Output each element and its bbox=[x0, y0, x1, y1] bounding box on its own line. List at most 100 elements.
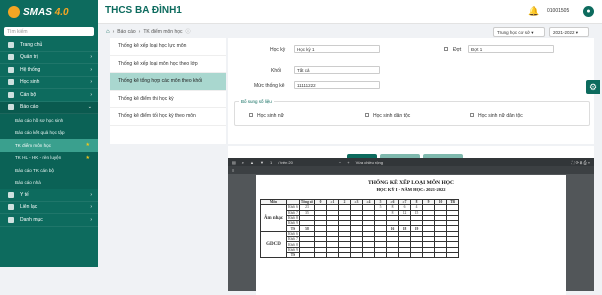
statistics-table: Môn Tổng số 0 ≥1 2 ≥3 ≥4 5 ≥6 ≥7 8 9 10 TB Âm nhạc Khối… bbox=[260, 198, 459, 259]
table-cell: Khối 9 bbox=[286, 220, 300, 227]
table-header-cell: Tổng số bbox=[298, 198, 315, 206]
table-cell: Khối 7 bbox=[286, 209, 300, 216]
home-icon[interactable]: ⌂ bbox=[106, 29, 110, 35]
sidebar-subitem-other[interactable]: Báo cáo nhà bbox=[0, 176, 98, 189]
system-icon bbox=[8, 66, 14, 73]
user-avatar-icon[interactable]: ● bbox=[583, 6, 594, 17]
grade-select[interactable]: Tất cả bbox=[294, 66, 380, 74]
sidebar-item-staff[interactable]: Cán bộ › bbox=[0, 89, 98, 102]
health-icon bbox=[8, 191, 14, 198]
search-icon[interactable]: ⌕ bbox=[242, 160, 244, 165]
help-icon[interactable]: ⓘ bbox=[186, 28, 191, 35]
report-item[interactable]: Thống kê xếp loại môn học theo lớp bbox=[110, 56, 226, 73]
viewer-toolbar-secondary: ≡ bbox=[228, 166, 594, 174]
chevron-right-icon: › bbox=[90, 79, 92, 86]
star-icon[interactable]: ★ bbox=[86, 142, 90, 148]
sidebar-item-admin[interactable]: Quản trị › bbox=[0, 52, 98, 64]
chevron-right-icon: › bbox=[90, 54, 92, 61]
table-cell bbox=[325, 251, 339, 259]
table-cell bbox=[298, 251, 315, 259]
table-cell bbox=[409, 251, 423, 259]
home-icon bbox=[8, 41, 14, 48]
table-cell bbox=[385, 251, 399, 259]
stat-level-label: Mức thống kê bbox=[254, 83, 285, 89]
sidebar-item-reports[interactable]: Báo cáo ⌄ bbox=[0, 101, 98, 114]
batch-label: Đợt bbox=[453, 47, 462, 53]
table-cell: Khối 9 bbox=[286, 246, 300, 253]
year-select[interactable]: 2021-2022 ▾ bbox=[549, 27, 589, 37]
table-cell: Khối 8 bbox=[286, 214, 300, 222]
staff-icon bbox=[8, 91, 14, 98]
report-item-selected[interactable]: Thống kê tổng hợp các môn theo khối bbox=[110, 73, 226, 91]
semester-label: Học kỳ bbox=[270, 47, 286, 53]
table-row: TS bbox=[261, 251, 459, 259]
semester-select[interactable]: Học kỳ 1 bbox=[294, 45, 380, 53]
chevron-right-icon: › bbox=[90, 216, 92, 223]
sidebar-toggle-icon[interactable]: ▤ bbox=[232, 160, 236, 165]
ethnic-label: Học sinh dân tộc bbox=[373, 113, 411, 119]
report-icon bbox=[8, 104, 14, 111]
table-cell: Khối 6 bbox=[286, 204, 300, 211]
gear-icon[interactable]: ⚙ bbox=[586, 80, 600, 94]
viewer-tools[interactable]: ⛶ ⟳ ⇩ ⎙ » bbox=[572, 160, 590, 165]
page-down-icon[interactable]: ▼ bbox=[260, 160, 264, 165]
sidebar-item-health[interactable]: Y tế › bbox=[0, 189, 98, 202]
table-cell bbox=[397, 251, 411, 259]
sidebar-item-students[interactable]: Học sinh › bbox=[0, 77, 98, 89]
sidebar-subitem-learning-results[interactable]: Báo cáo kết quả học tập bbox=[0, 126, 98, 139]
female-ethnic-label: Học sinh nữ dân tộc bbox=[478, 113, 523, 119]
sidebar-item-contact[interactable]: Liên lạc › bbox=[0, 202, 98, 214]
logo-icon bbox=[8, 6, 20, 18]
logo[interactable]: SMAS 4.0 bbox=[0, 0, 98, 24]
female-checkbox[interactable] bbox=[249, 113, 253, 117]
extra-data-legend: Bổ sung số liệu bbox=[239, 99, 274, 104]
stat-level-input[interactable]: 11111222 bbox=[294, 81, 380, 89]
table-cell bbox=[433, 251, 447, 259]
sidebar-subitem-student-records[interactable]: Báo cáo hồ sơ học sinh bbox=[0, 114, 98, 127]
table-cell bbox=[445, 251, 459, 259]
sidebar-item-system[interactable]: Hệ thống › bbox=[0, 64, 98, 77]
star-icon[interactable]: ★ bbox=[86, 155, 90, 161]
batch-select[interactable]: Đợt 1 bbox=[468, 45, 554, 53]
sidebar-subitem-subject-scores[interactable]: TK điểm môn học ★ bbox=[0, 139, 98, 152]
breadcrumb-reports[interactable]: Báo cáo bbox=[117, 29, 135, 35]
ethnic-checkbox[interactable] bbox=[365, 113, 369, 117]
sidebar: Tìm kiếm Trang chủ Quản trị › Hệ thống › H… bbox=[0, 24, 98, 267]
admin-icon bbox=[8, 54, 14, 61]
grade-label: Khối bbox=[271, 68, 282, 74]
page-number[interactable]: 1 bbox=[270, 160, 272, 165]
bell-icon[interactable]: 🔔 bbox=[528, 6, 539, 16]
sidebar-item-home[interactable]: Trang chủ bbox=[0, 39, 98, 52]
outline-icon[interactable]: ≡ bbox=[232, 168, 234, 173]
page-up-icon[interactable]: ▲ bbox=[250, 160, 254, 165]
school-type-select[interactable]: Trung học cơ sở ▾ bbox=[493, 27, 545, 37]
report-item[interactable]: Thống kê điểm tối học kỳ theo môn bbox=[110, 108, 226, 126]
table-cell bbox=[337, 251, 351, 259]
top-bar: SMAS 4.0 THCS BA ĐÌNH1 🔔 01001505 ● bbox=[0, 0, 602, 24]
breadcrumb-current: TK điểm môn học bbox=[143, 28, 183, 35]
report-item[interactable]: Thống kê xếp loại học lực môn bbox=[110, 38, 226, 56]
student-icon bbox=[8, 79, 14, 86]
table-cell bbox=[349, 251, 363, 259]
zoom-out-icon[interactable]: − bbox=[339, 160, 341, 165]
school-title: THCS BA ĐÌNH1 bbox=[105, 5, 182, 16]
chevron-right-icon: › bbox=[90, 66, 92, 73]
extra-data-group: Bổ sung số liệu Học sinh nữ Học sinh dân… bbox=[234, 99, 590, 126]
report-item[interactable]: Thống kê điểm thi học kỳ bbox=[110, 91, 226, 108]
search-input[interactable]: Tìm kiếm bbox=[4, 27, 94, 36]
female-ethnic-checkbox[interactable] bbox=[470, 113, 474, 117]
report-list: Thống kê xếp loại học lực môn Thống kê x… bbox=[110, 38, 226, 144]
chevron-right-icon: › bbox=[90, 191, 92, 198]
subject-cell: GDCD bbox=[260, 230, 287, 259]
zoom-select[interactable]: Vừa chiều rộng bbox=[356, 160, 383, 165]
document-title: THỐNG KÊ XẾP LOẠI MÔN HỌC bbox=[367, 180, 455, 186]
contact-icon bbox=[8, 204, 14, 211]
user-name[interactable]: 01001505 bbox=[547, 8, 569, 14]
table-cell: Khối 6 bbox=[286, 230, 300, 238]
batch-checkbox[interactable] bbox=[444, 47, 448, 51]
breadcrumb: ⌂ › Báo cáo › TK điểm môn học ⓘ bbox=[106, 28, 191, 36]
sidebar-subitem-conduct[interactable]: TK HL - HK - rèn luyện ★ bbox=[0, 151, 98, 164]
zoom-in-icon[interactable]: + bbox=[347, 160, 349, 165]
sidebar-item-catalog[interactable]: Danh mục › bbox=[0, 214, 98, 227]
sidebar-subitem-staff-report[interactable]: Báo cáo TK cán bộ bbox=[0, 164, 98, 177]
